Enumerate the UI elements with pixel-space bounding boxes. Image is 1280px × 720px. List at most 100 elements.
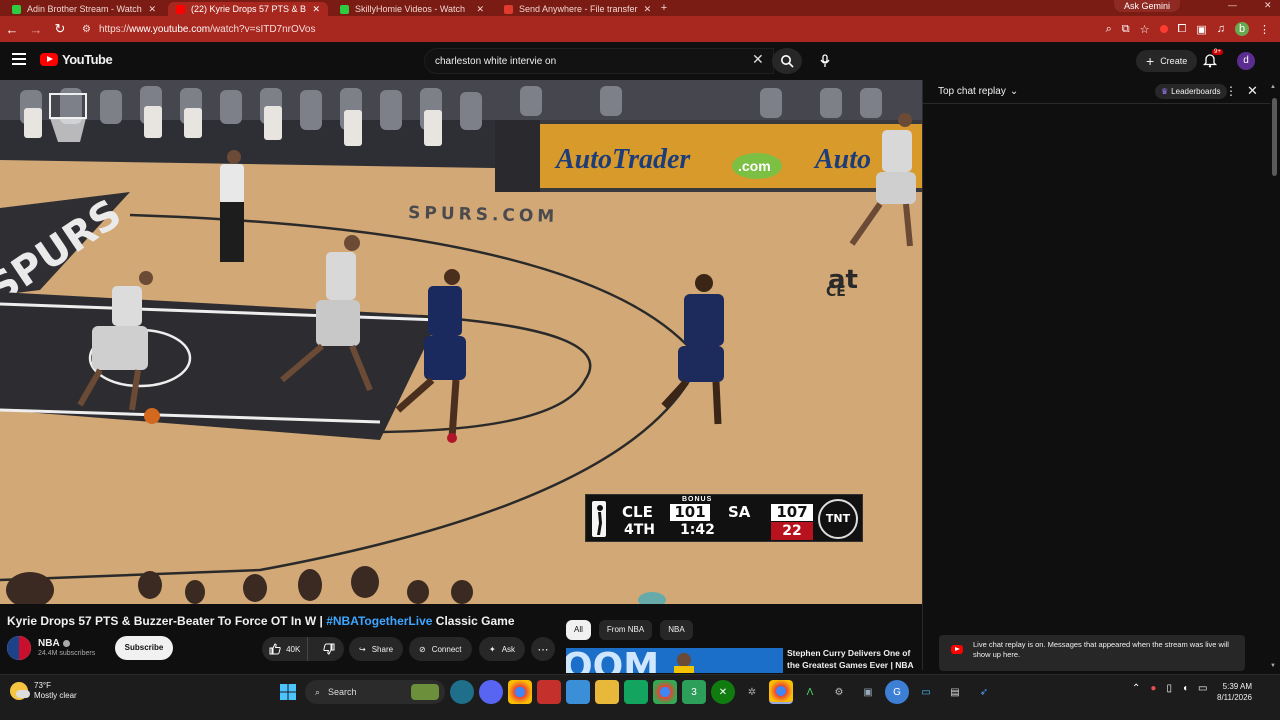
extensions-puzzle-icon[interactable]: ⧠: [1178, 23, 1187, 36]
steam-icon[interactable]: ➶: [972, 680, 996, 704]
like-count: 40K: [286, 644, 301, 654]
taskbar-search-box[interactable]: ⌕ Search: [305, 680, 445, 704]
file-explorer-icon[interactable]: [595, 680, 619, 704]
chip-all[interactable]: All: [566, 620, 591, 640]
thumbnail-text: OOM: [566, 648, 659, 673]
search-button[interactable]: [772, 48, 802, 74]
browser-tab-active[interactable]: (22) Kyrie Drops 57 PTS & B ✕: [168, 2, 328, 16]
video-title-text: Kyrie Drops 57 PTS & Buzzer-Beater To Fo…: [7, 614, 327, 628]
nvidia-app-icon[interactable]: Λ: [798, 680, 822, 704]
xbox-icon[interactable]: ✕: [711, 680, 735, 704]
chrome-icon[interactable]: [508, 680, 532, 704]
tray-overflow-chevron-icon[interactable]: ⌃: [1132, 683, 1140, 694]
address-bar[interactable]: ⚙ https://www.youtube.com/watch?v=sITD7n…: [76, 18, 1076, 40]
brightness-icon[interactable]: ✲: [740, 680, 764, 704]
connect-button[interactable]: ⊘ Connect: [409, 637, 472, 661]
subscribe-button[interactable]: Subscribe: [115, 636, 173, 660]
scroll-up-arrow-icon[interactable]: ▲: [1270, 84, 1276, 90]
ask-gemini-button[interactable]: Ask Gemini: [1113, 0, 1180, 12]
menu-hamburger-icon[interactable]: [12, 53, 26, 65]
media-controls-icon[interactable]: ♫: [1217, 23, 1225, 35]
clear-search-icon[interactable]: ✕: [752, 51, 764, 68]
tab-label: SkillyHomie Videos - Watch: [355, 4, 466, 14]
chat-more-options-icon[interactable]: ⋮: [1225, 84, 1237, 98]
extension-record-icon[interactable]: [1159, 25, 1168, 33]
bookmark-star-icon[interactable]: ☆: [1140, 23, 1150, 36]
new-tab-button[interactable]: +: [656, 2, 672, 16]
channel-name[interactable]: NBA: [38, 638, 70, 649]
epic-games-icon[interactable]: ▤: [943, 680, 967, 704]
recommended-video-thumbnail[interactable]: OOM: [566, 648, 783, 673]
reload-icon[interactable]: ↻: [48, 21, 72, 37]
taskbar-clock[interactable]: 5:39 AM 8/11/2026: [1212, 681, 1252, 703]
forward-arrow-icon[interactable]: →: [24, 22, 48, 37]
chip-nba[interactable]: NBA: [660, 620, 693, 640]
microphone-tray-icon[interactable]: ●: [1150, 683, 1156, 694]
tab-label: Adin Brother Stream - Watch: [27, 4, 142, 14]
chat-close-icon[interactable]: ✕: [1247, 83, 1258, 99]
browser-tab[interactable]: Send Anywhere - File transfer ✕: [496, 2, 656, 16]
battery-icon[interactable]: ▭: [1198, 683, 1207, 694]
discord-icon[interactable]: [479, 680, 503, 704]
network-icon[interactable]: ▯: [1166, 683, 1172, 694]
weather-widget[interactable]: 73°F Mostly clear: [10, 681, 77, 701]
spreadsheet-icon[interactable]: 3: [682, 680, 706, 704]
game-clock: 1:42: [680, 522, 715, 538]
search-input[interactable]: charleston white intervie on: [424, 48, 774, 74]
close-tab-icon[interactable]: ✕: [644, 4, 652, 15]
browser-tab[interactable]: Adin Brother Stream - Watch ✕: [4, 2, 164, 16]
account-avatar[interactable]: d: [1237, 52, 1255, 70]
like-button[interactable]: 40K: [262, 637, 309, 661]
window-app-icon[interactable]: ▭: [914, 680, 938, 704]
google-app-icon[interactable]: G: [885, 680, 909, 704]
recommended-video-title[interactable]: Stephen Curry Delivers One of the Greate…: [787, 647, 917, 671]
store-app-icon[interactable]: [624, 680, 648, 704]
settings-gear-icon[interactable]: ⚙: [827, 680, 851, 704]
create-button[interactable]: + Create: [1136, 50, 1198, 72]
edge-browser-icon[interactable]: [450, 680, 474, 704]
weather-partly-cloudy-icon: [10, 682, 30, 700]
page-scrollbar-thumb[interactable]: [1272, 98, 1277, 176]
thumbs-down-icon: [323, 643, 335, 655]
tab-label: Send Anywhere - File transfer: [519, 4, 638, 14]
notepad-icon[interactable]: [566, 680, 590, 704]
browser-menu-icon[interactable]: ⋮: [1259, 23, 1270, 36]
browser-tab[interactable]: SkillyHomie Videos - Watch ✕: [332, 2, 492, 16]
minimize-icon[interactable]: —: [1228, 0, 1237, 10]
share-label: Share: [371, 644, 394, 654]
chrome-active-icon[interactable]: [769, 680, 793, 704]
site-settings-icon[interactable]: ⚙: [82, 24, 91, 35]
back-arrow-icon[interactable]: ←: [0, 22, 24, 37]
more-actions-button[interactable]: ⋯: [531, 637, 555, 661]
weather-condition-text: Mostly clear: [34, 691, 77, 700]
dislike-button[interactable]: [314, 637, 344, 661]
windows-start-icon[interactable]: [276, 680, 300, 704]
window-close-icon[interactable]: ✕: [1264, 0, 1272, 11]
chip-from-nba[interactable]: From NBA: [598, 620, 653, 640]
volume-icon[interactable]: ◖: [1182, 683, 1188, 694]
close-tab-icon[interactable]: ✕: [476, 4, 484, 15]
chat-mode-dropdown[interactable]: Top chat replay ⌄: [938, 86, 1018, 97]
taskbar-apps: ⌕ Search 3 ✕ ✲ Λ ⚙ ▣ G ▭ ▤ ➶: [276, 680, 996, 704]
leaderboards-button[interactable]: ♛ Leaderboards: [1155, 84, 1227, 99]
chrome-profile-icon[interactable]: [653, 680, 677, 704]
close-tab-icon[interactable]: ✕: [148, 4, 156, 15]
leaderboards-label: Leaderboards: [1171, 87, 1221, 96]
side-panel-icon[interactable]: ▣: [1196, 23, 1206, 36]
browser-profile-avatar[interactable]: b: [1235, 22, 1249, 36]
baseline-spurs-com-text: SPURS.COM: [408, 203, 559, 227]
install-app-icon[interactable]: ⧉: [1122, 23, 1130, 36]
scroll-down-arrow-icon[interactable]: ▼: [1270, 663, 1276, 669]
hashtag-link[interactable]: #NBATogetherLive: [326, 614, 432, 628]
ask-button[interactable]: ✦ Ask: [479, 637, 526, 661]
roblox-icon[interactable]: [537, 680, 561, 704]
youtube-logo[interactable]: YouTube: [40, 52, 113, 67]
zoom-icon[interactable]: ⌕: [1106, 23, 1112, 36]
close-tab-icon[interactable]: ✕: [312, 4, 320, 15]
sign-auto-text: Auto: [813, 144, 871, 175]
capture-tool-icon[interactable]: ▣: [856, 680, 880, 704]
voice-search-button[interactable]: [812, 48, 838, 74]
address-toolbar: ← → ↻ ⚙ https://www.youtube.com/watch?v=…: [0, 16, 1280, 42]
channel-avatar[interactable]: [7, 636, 31, 660]
share-button[interactable]: ↪ Share: [349, 637, 404, 661]
